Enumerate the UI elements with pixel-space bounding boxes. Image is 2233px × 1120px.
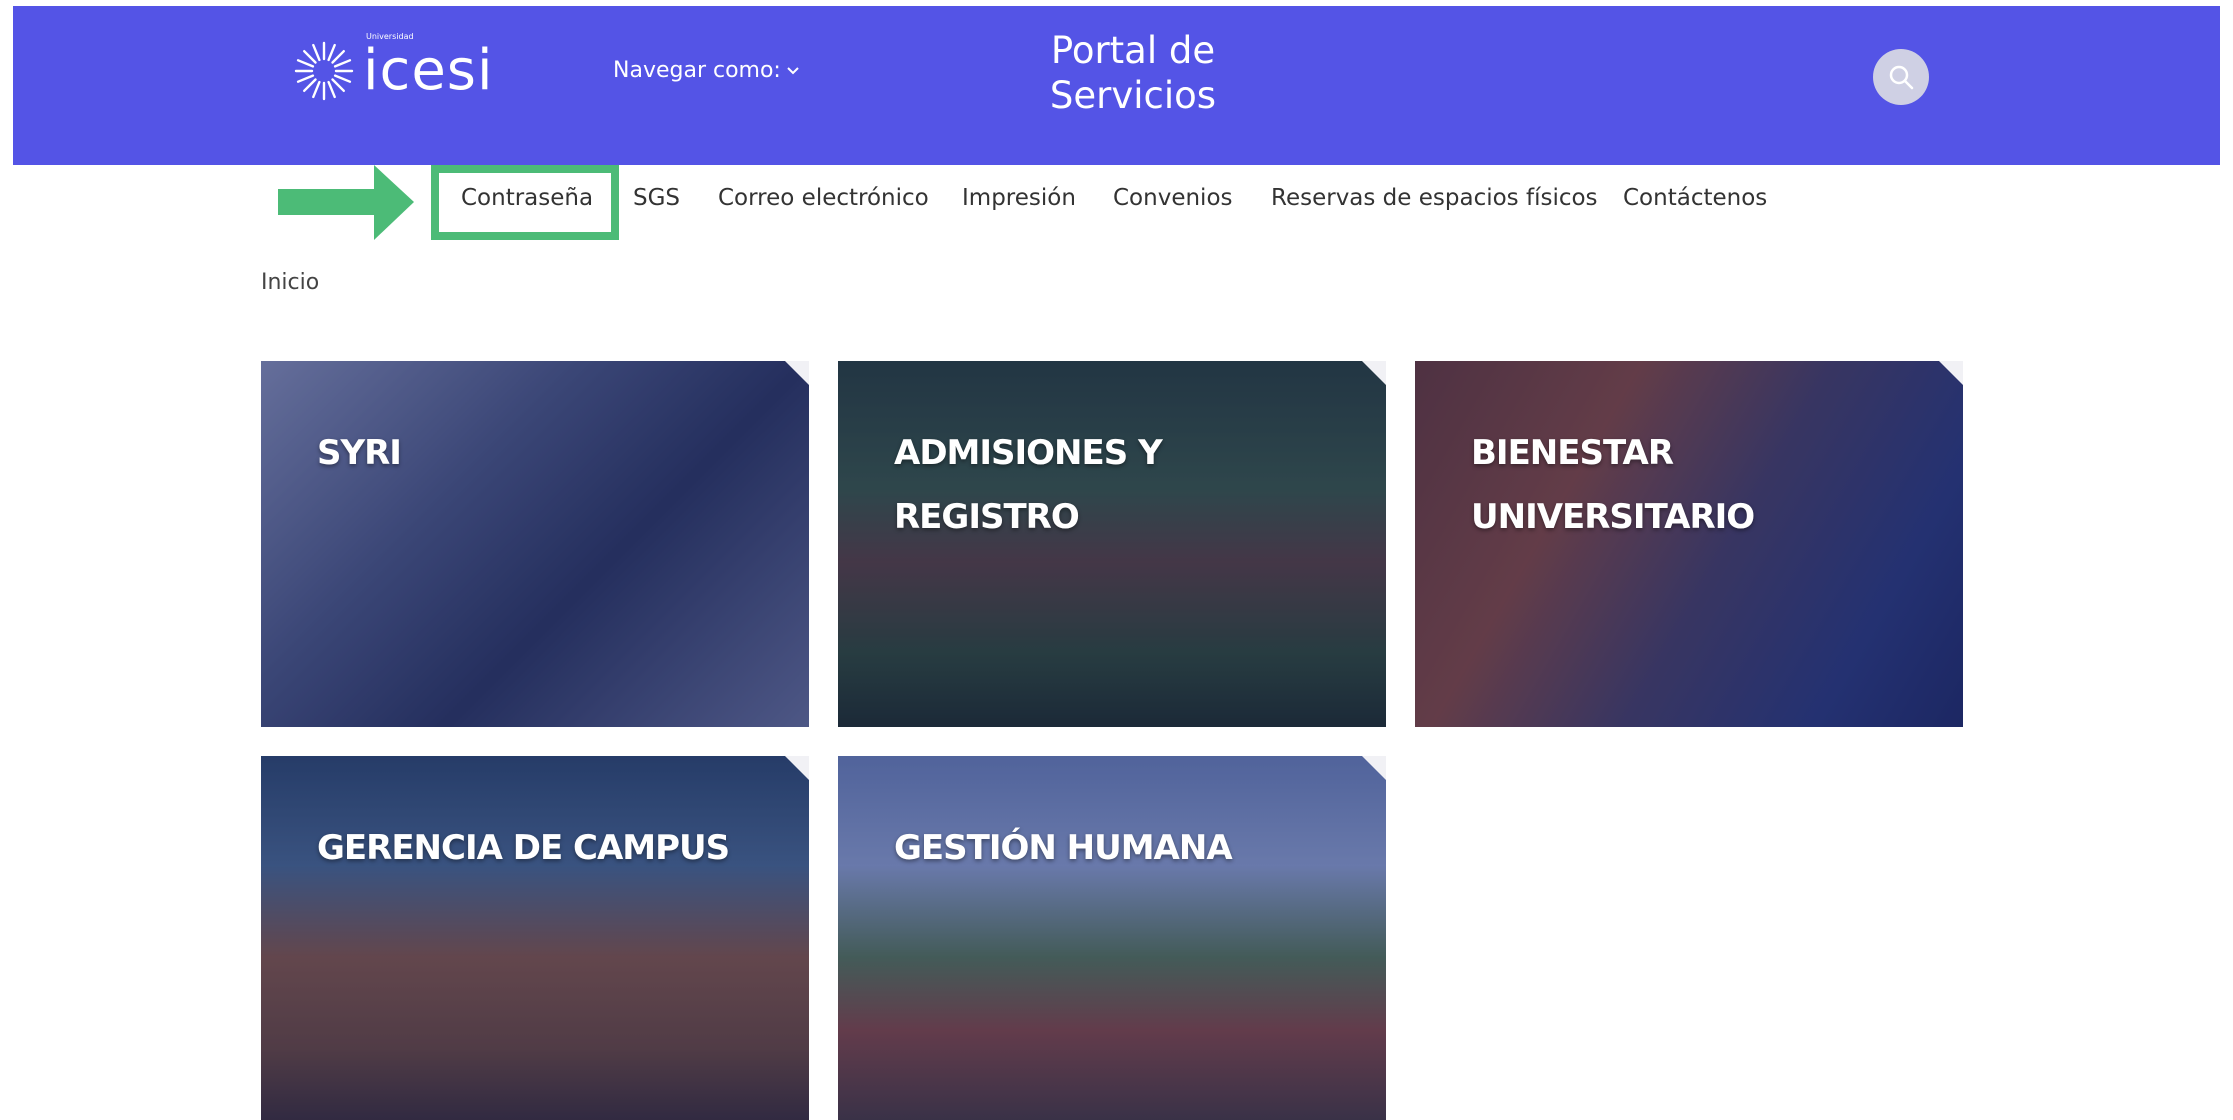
service-card-wellbeing[interactable]: BIENESTAR UNIVERSITARIO: [1415, 361, 1963, 727]
portal-title: Portal de Servicios: [1049, 29, 1217, 117]
nav-item-agreements[interactable]: Convenios: [1113, 185, 1233, 211]
card-corner: [1362, 361, 1386, 385]
logo-small-text: Universidad: [366, 32, 414, 41]
main-navigation: Contraseña SGS Correo electrónico Impres…: [0, 165, 2233, 240]
logo-wordmark: Universidad icesi: [363, 33, 494, 99]
chevron-down-icon: [787, 66, 799, 74]
service-card-syri[interactable]: SYRI: [261, 361, 809, 727]
card-corner: [785, 756, 809, 780]
logo-text: icesi: [363, 38, 494, 103]
card-corner: [785, 361, 809, 385]
navigate-as-dropdown[interactable]: Navegar como:: [613, 58, 799, 83]
nav-item-password[interactable]: Contraseña: [461, 185, 593, 211]
navigate-as-label: Navegar como:: [613, 58, 781, 83]
card-title: SYRI: [317, 433, 402, 473]
card-overlay: [261, 756, 809, 1120]
breadcrumb[interactable]: Inicio: [261, 270, 319, 295]
card-overlay: [261, 361, 809, 727]
service-card-human-management[interactable]: GESTIÓN HUMANA: [838, 756, 1386, 1120]
arrow-right-icon: [278, 165, 414, 240]
nav-item-email[interactable]: Correo electrónico: [718, 185, 929, 211]
university-logo[interactable]: Universidad icesi: [293, 33, 494, 106]
card-corner: [1939, 361, 1963, 385]
card-corner: [1362, 756, 1386, 780]
card-title: BIENESTAR UNIVERSITARIO: [1471, 433, 1755, 537]
sunburst-logo-icon: [294, 41, 354, 101]
card-title: ADMISIONES Y REGISTRO: [894, 433, 1163, 537]
search-button[interactable]: [1873, 49, 1929, 105]
card-title: GESTIÓN HUMANA: [894, 828, 1233, 868]
card-title: GERENCIA DE CAMPUS: [317, 828, 730, 868]
service-card-admissions[interactable]: ADMISIONES Y REGISTRO: [838, 361, 1386, 727]
search-icon: [1889, 65, 1914, 90]
nav-item-sgs[interactable]: SGS: [633, 185, 680, 211]
nav-item-space-reservations[interactable]: Reservas de espacios físicos: [1271, 185, 1598, 211]
card-overlay: [838, 756, 1386, 1120]
service-card-campus-management[interactable]: GERENCIA DE CAMPUS: [261, 756, 809, 1120]
nav-item-contact[interactable]: Contáctenos: [1623, 185, 1767, 211]
header-bar: Universidad icesi Navegar como: Portal d…: [13, 6, 2220, 165]
nav-item-printing[interactable]: Impresión: [962, 185, 1076, 211]
